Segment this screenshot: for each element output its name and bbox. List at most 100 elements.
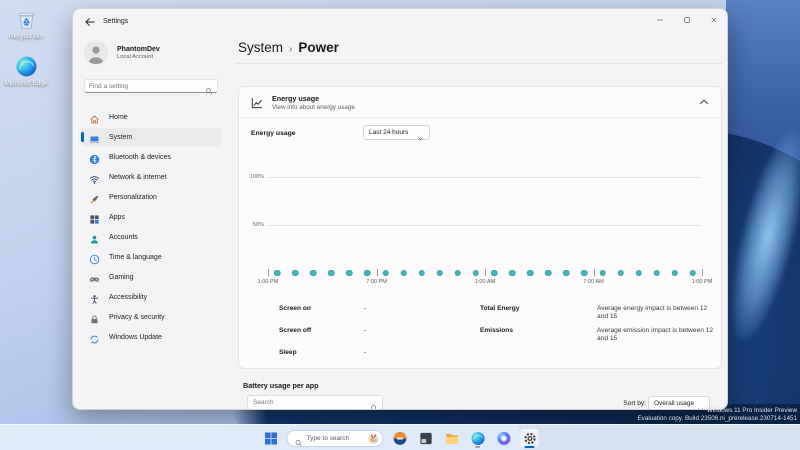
data-point [671, 269, 679, 276]
data-point [581, 269, 588, 276]
taskbar-center: Type to search [261, 425, 540, 450]
data-point [291, 269, 299, 276]
sort-by-label: Sort by: [623, 400, 646, 407]
data-point [617, 269, 624, 276]
x-tick-label: 7:00 AM [583, 279, 604, 285]
sidebar-item-label: Accessibility [109, 293, 148, 301]
total-energy-value: Average energy impact is between 12 and … [597, 305, 708, 321]
taskbar-apps [390, 428, 540, 448]
dark-square-icon [418, 431, 433, 446]
energy-chart-icon [250, 96, 264, 110]
data-point [273, 269, 281, 276]
sidebar-item-label: Apps [109, 213, 125, 221]
desktop-icon-recycle-bin[interactable]: Recycle Bin [2, 8, 50, 41]
sidebar-item-privacy-security[interactable]: Privacy & security [81, 308, 221, 326]
sidebar-item-gaming[interactable]: Gaming [81, 268, 221, 286]
gear-icon [522, 431, 537, 446]
privacy-icon [89, 312, 100, 323]
tick-mark [485, 269, 486, 276]
sidebar-item-apps[interactable]: Apps [81, 208, 221, 226]
taskbar-search[interactable]: Type to search [286, 429, 384, 447]
data-point [635, 269, 642, 276]
screen-off-label: Screen off [279, 327, 312, 334]
x-tick-label: 1:00 PM [257, 279, 279, 285]
home-icon [89, 112, 100, 123]
settings-search-input[interactable] [85, 82, 205, 90]
y-axis-label-100: 100% [249, 174, 264, 180]
taskbar-app-pictures-app[interactable] [416, 428, 436, 448]
sleep-label: Sleep [279, 349, 297, 356]
bluetooth-icon [89, 152, 100, 164]
folder-icon [444, 431, 459, 446]
tick-mark [376, 269, 378, 276]
energy-usage-chart: 100% 50% 1:00 PM 7:00 PM 1:00 AM 7:00 AM 1:0… [250, 174, 713, 285]
data-point [328, 269, 335, 276]
chevron-down-icon [417, 129, 424, 140]
sidebar-item-label: Personalization [109, 193, 157, 201]
taskbar-app-edge[interactable] [468, 428, 488, 448]
data-point [599, 269, 606, 276]
search-icon [295, 434, 303, 447]
chart-dots [268, 177, 702, 276]
avatar [84, 41, 108, 65]
breadcrumb-system[interactable]: System [238, 40, 283, 55]
window-title: Settings [103, 17, 129, 25]
data-point [364, 269, 371, 276]
data-point [472, 269, 480, 276]
breadcrumb: System › Power [238, 40, 339, 55]
sleep-value: - [364, 349, 367, 356]
tick-mark [702, 269, 703, 276]
user-account-type: Local Account [117, 54, 154, 61]
sidebar-item-accounts[interactable]: Accounts [81, 228, 221, 246]
time-language-icon [89, 252, 100, 264]
battery-search-input[interactable] [248, 399, 370, 406]
battery-search-box[interactable] [247, 395, 383, 409]
system-icon [89, 132, 100, 143]
watermark-line1: Windows 11 Pro Insider Preview [706, 407, 797, 414]
sidebar-item-bluetooth-devices[interactable]: Bluetooth & devices [81, 148, 221, 166]
taskbar-app-copilot[interactable] [494, 428, 514, 448]
sidebar-item-system[interactable]: System [81, 128, 221, 146]
data-point [490, 269, 498, 276]
screen-on-label: Screen on [279, 305, 311, 312]
accessibility-icon [89, 292, 100, 304]
taskbar-app-featured-app[interactable] [390, 428, 410, 448]
main-content: System › Power Energy usage View info ab… [236, 9, 725, 409]
y-axis-label-50: 50% [252, 222, 264, 228]
card-divider [239, 117, 721, 118]
gaming-icon [89, 272, 100, 283]
sidebar-item-label: Gaming [109, 273, 134, 281]
sidebar-item-personalization[interactable]: Personalization [81, 188, 221, 206]
sidebar-item-accessibility[interactable]: Accessibility [81, 288, 221, 306]
sidebar-item-time-language[interactable]: Time & language [81, 248, 221, 266]
settings-search-box[interactable] [84, 79, 218, 95]
sidebar-item-home[interactable]: Home [81, 108, 221, 126]
collapse-card-button[interactable] [698, 96, 710, 108]
sidebar-item-label: Accounts [109, 233, 138, 241]
windows-start-icon [263, 431, 278, 446]
apps-icon [89, 212, 100, 224]
recycle-bin-icon [15, 8, 38, 31]
taskbar-app-settings[interactable] [519, 428, 540, 448]
start-button[interactable] [261, 428, 281, 448]
sidebar-item-label: System [109, 133, 133, 141]
emissions-value: Average emission impact is between 12 an… [597, 327, 714, 343]
desktop-icon-label: Microsoft Edge [4, 79, 48, 87]
data-point [689, 269, 697, 276]
sidebar-item-windows-update[interactable]: Windows Update [81, 328, 221, 346]
bing-daily-icon [368, 432, 380, 445]
desktop-icon-microsoft-edge[interactable]: Microsoft Edge [2, 55, 50, 88]
user-account[interactable]: PhantomDev Local Account [84, 41, 160, 65]
sidebar-item-label: Network & internet [109, 173, 167, 181]
x-tick-label: 1:00 AM [474, 279, 496, 285]
sidebar-item-network-internet[interactable]: Network & internet [81, 168, 221, 186]
back-button[interactable] [84, 16, 96, 28]
settings-window: Settings PhantomDev Local Account Find a… [72, 8, 728, 410]
desktop-icon-label: Recycle Bin [8, 33, 44, 40]
data-point [526, 269, 534, 276]
time-range-dropdown[interactable]: Last 24 hours [363, 125, 430, 140]
network-icon [89, 172, 100, 184]
taskbar-app-file-explorer[interactable] [442, 428, 462, 448]
chevron-down-icon [697, 400, 704, 409]
windows-update-icon [89, 332, 100, 343]
